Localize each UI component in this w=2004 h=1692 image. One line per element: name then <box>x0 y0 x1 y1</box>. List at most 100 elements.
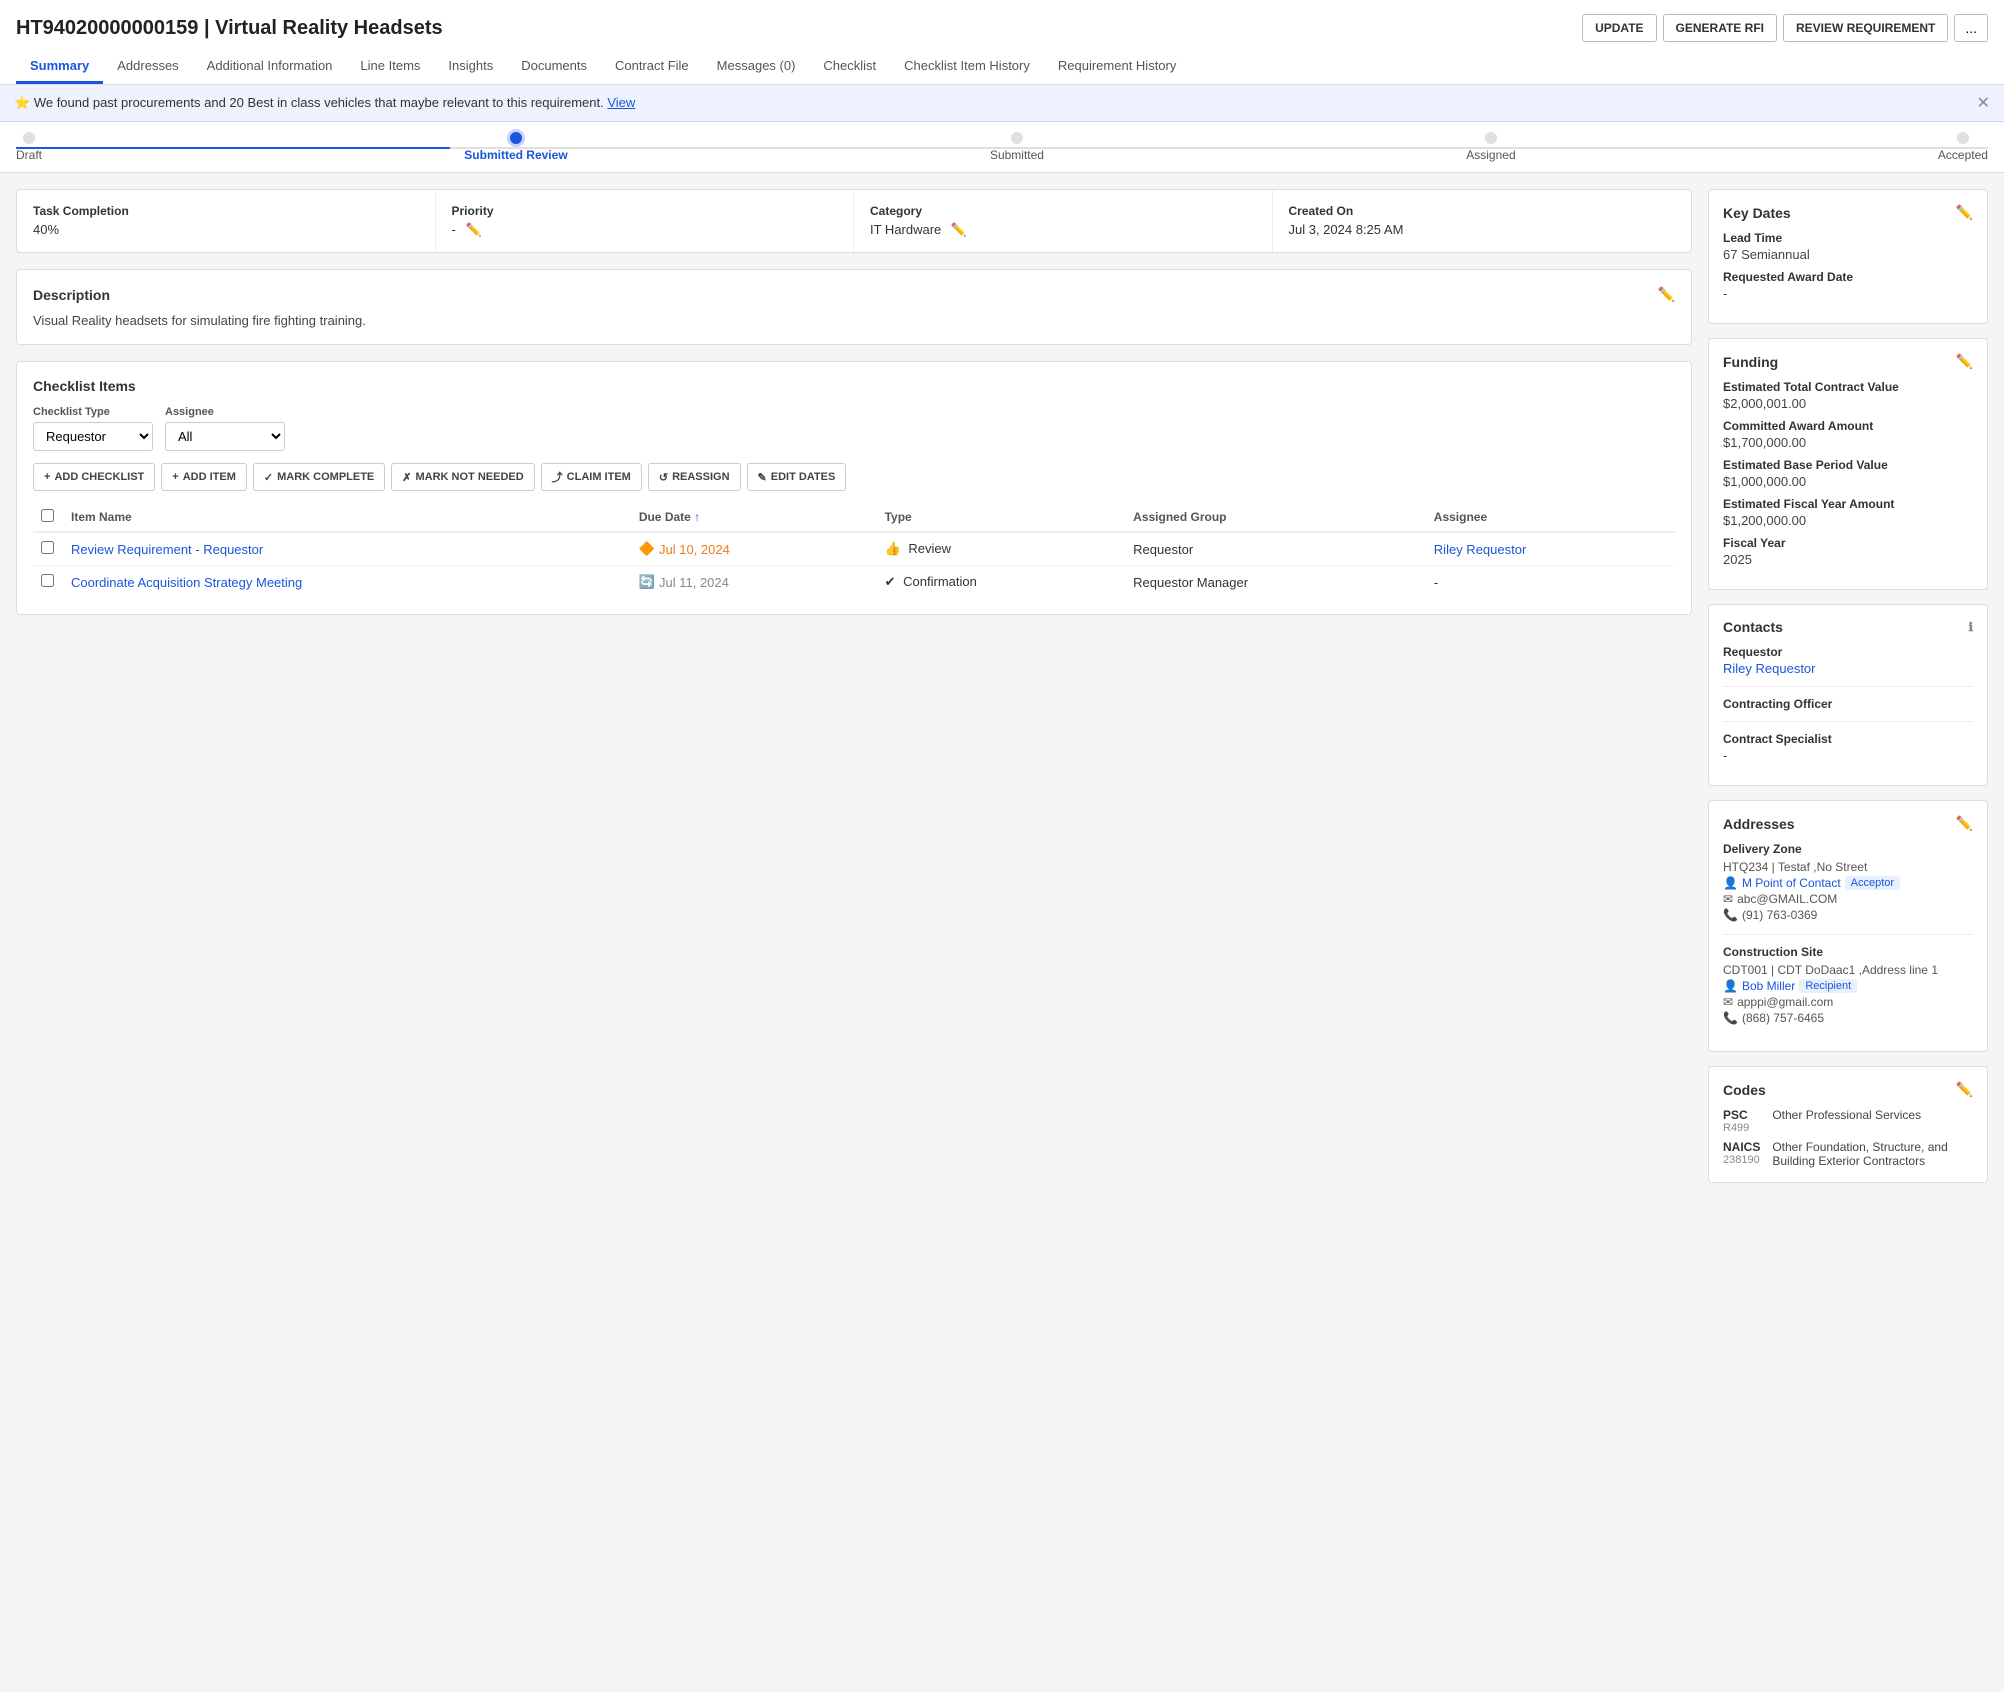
add-item-button[interactable]: + ADD ITEM <box>161 463 247 491</box>
filter-type-label: Checklist Type <box>33 406 153 418</box>
update-button[interactable]: UPDATE <box>1582 14 1656 42</box>
delivery-email-icon: ✉ <box>1723 892 1733 906</box>
key-dates-card: Key Dates ✏️ Lead Time 67 Semiannual Req… <box>1708 189 1988 324</box>
tab-checklist[interactable]: Checklist <box>809 50 890 84</box>
construction-contact-icon: 👤 <box>1723 979 1738 993</box>
col-due-date: Due Date ↑ <box>631 503 877 532</box>
checklist-actions: + ADD CHECKLIST + ADD ITEM ✓ MARK COMPLE… <box>33 463 1675 491</box>
code-val-0: Other Professional Services <box>1772 1108 1973 1122</box>
assigned-group-0: Requestor <box>1125 532 1426 566</box>
summary-cards: Task Completion 40% Priority - ✏️ Catego… <box>16 189 1692 253</box>
row-checkbox-0[interactable] <box>41 541 54 554</box>
checklist-table: Item Name Due Date ↑ Type Assigned Group… <box>33 503 1675 598</box>
tab-summary[interactable]: Summary <box>16 50 103 84</box>
assigned-group-1: Requestor Manager <box>1125 566 1426 599</box>
tab-addresses[interactable]: Addresses <box>103 50 192 84</box>
mark-not-needed-button[interactable]: ✗ MARK NOT NEEDED <box>391 463 534 491</box>
tab-additional-information[interactable]: Additional Information <box>193 50 347 84</box>
checklist-title: Checklist Items <box>33 378 1675 394</box>
generate-rfi-button[interactable]: GENERATE RFI <box>1663 14 1777 42</box>
col-assigned-group: Assigned Group <box>1125 503 1426 532</box>
due-date-icon-1: 🔄 <box>639 574 655 590</box>
code-key-0: PSC R499 <box>1723 1108 1760 1134</box>
due-date-sort-icon[interactable]: ↑ <box>694 510 700 524</box>
construction-contact-link[interactable]: Bob Miller <box>1742 979 1795 993</box>
tab-documents[interactable]: Documents <box>507 50 601 84</box>
more-actions-button[interactable]: ... <box>1954 14 1988 42</box>
contacts-card: Contacts ℹ Requestor Riley Requestor Con… <box>1708 604 1988 786</box>
codes-edit-icon[interactable]: ✏️ <box>1956 1081 1973 1098</box>
description-title: Description <box>33 287 110 303</box>
col-assignee: Assignee <box>1426 503 1675 532</box>
summary-card-category: Category IT Hardware ✏️ <box>854 190 1273 252</box>
header-bar: HT94020000000159 | Virtual Reality Heads… <box>0 0 2004 85</box>
funding-edit-icon[interactable]: ✏️ <box>1956 353 1973 370</box>
construction-email-icon: ✉ <box>1723 995 1733 1009</box>
tab-checklist-item-history[interactable]: Checklist Item History <box>890 50 1044 84</box>
filter-type-select[interactable]: Requestor <box>33 422 153 451</box>
claim-item-button[interactable]: ⤴ CLAIM ITEM <box>541 463 642 491</box>
lead-time-field: Lead Time 67 Semiannual <box>1723 231 1973 262</box>
due-date-0: 🔶 Jul 10, 2024 <box>639 541 869 557</box>
alert-link[interactable]: View <box>607 95 635 110</box>
step-dot-assigned <box>1485 132 1497 144</box>
alert-bar: ⭐ We found past procurements and 20 Best… <box>0 85 2004 122</box>
requested-award-field: Requested Award Date - <box>1723 270 1973 301</box>
addresses-card: Addresses ✏️ Delivery Zone HTQ234 | Test… <box>1708 800 1988 1052</box>
item-link-1[interactable]: Coordinate Acquisition Strategy Meeting <box>71 575 302 590</box>
summary-card-created-on: Created On Jul 3, 2024 8:25 AM <box>1273 190 1692 252</box>
edit-dates-button[interactable]: ✎ EDIT DATES <box>747 463 847 491</box>
key-dates-edit-icon[interactable]: ✏️ <box>1956 204 1973 221</box>
delivery-phone-icon: 📞 <box>1723 908 1738 922</box>
funding-title: Funding <box>1723 354 1778 370</box>
step-label-draft: Draft <box>16 148 42 162</box>
mark-complete-button[interactable]: ✓ MARK COMPLETE <box>253 463 385 491</box>
step-label-submitted: Submitted <box>990 148 1044 162</box>
tab-requirement-history[interactable]: Requirement History <box>1044 50 1191 84</box>
delivery-contact-icon: 👤 <box>1723 876 1738 890</box>
review-requirement-button[interactable]: REVIEW REQUIREMENT <box>1783 14 1948 42</box>
row-checkbox-1[interactable] <box>41 574 54 587</box>
description-section: Description ✏️ Visual Reality headsets f… <box>16 269 1692 345</box>
progress-step-submitted: Submitted <box>990 132 1044 162</box>
construction-address: CDT001 | CDT DoDaac1 ,Address line 1 <box>1723 963 1973 977</box>
addresses-edit-icon[interactable]: ✏️ <box>1956 815 1973 832</box>
tab-insights[interactable]: Insights <box>434 50 507 84</box>
select-all-checkbox[interactable] <box>41 509 54 522</box>
delivery-contact-link[interactable]: M Point of Contact <box>1742 876 1841 890</box>
tab-contract-file[interactable]: Contract File <box>601 50 703 84</box>
item-link-0[interactable]: Review Requirement - Requestor <box>71 542 263 557</box>
delivery-contact-role: Acceptor <box>1845 876 1900 890</box>
tab-line-items[interactable]: Line Items <box>346 50 434 84</box>
progress-step-draft: Draft <box>16 132 42 162</box>
progress-step-assigned: Assigned <box>1466 132 1515 162</box>
delivery-phone: 📞 (91) 763-0369 <box>1723 908 1973 922</box>
contract-specialist-value: - <box>1723 748 1973 763</box>
code-key-1: NAICS 238190 <box>1723 1140 1760 1166</box>
header-actions: UPDATE GENERATE RFI REVIEW REQUIREMENT .… <box>1582 14 1988 42</box>
step-dot-submitted <box>1011 132 1023 144</box>
construction-email: ✉ apppi@gmail.com <box>1723 995 1973 1009</box>
type-icon-0: 👍 <box>885 541 901 556</box>
step-label-submitted-review: Submitted Review <box>464 148 567 162</box>
main-left: Task Completion 40% Priority - ✏️ Catego… <box>16 189 1692 615</box>
requestor-link[interactable]: Riley Requestor <box>1723 661 1973 676</box>
add-checklist-button[interactable]: + ADD CHECKLIST <box>33 463 155 491</box>
contacts-info-icon[interactable]: ℹ <box>1968 620 1973 634</box>
description-edit-icon[interactable]: ✏️ <box>1658 286 1675 303</box>
priority-edit-icon[interactable]: ✏️ <box>465 222 481 237</box>
summary-card-task-completion: Task Completion 40% <box>17 190 436 252</box>
step-dot-accepted <box>1957 132 1969 144</box>
category-edit-icon[interactable]: ✏️ <box>951 222 967 237</box>
assignee-link-0[interactable]: Riley Requestor <box>1434 542 1527 557</box>
alert-close-icon[interactable]: ✕ <box>1977 93 1990 113</box>
step-label-accepted: Accepted <box>1938 148 1988 162</box>
reassign-button[interactable]: ↺ REASSIGN <box>648 463 741 491</box>
col-type: Type <box>877 503 1126 532</box>
delivery-zone: Delivery Zone HTQ234 | Testaf ,No Street… <box>1723 842 1973 922</box>
filter-assignee-select[interactable]: All <box>165 422 285 451</box>
codes-card: Codes ✏️ PSC R499 Other Professional Ser… <box>1708 1066 1988 1183</box>
tab-messages[interactable]: Messages (0) <box>703 50 810 84</box>
funding-field-4: Fiscal Year 2025 <box>1723 536 1973 567</box>
main-layout: Task Completion 40% Priority - ✏️ Catego… <box>0 173 2004 1213</box>
